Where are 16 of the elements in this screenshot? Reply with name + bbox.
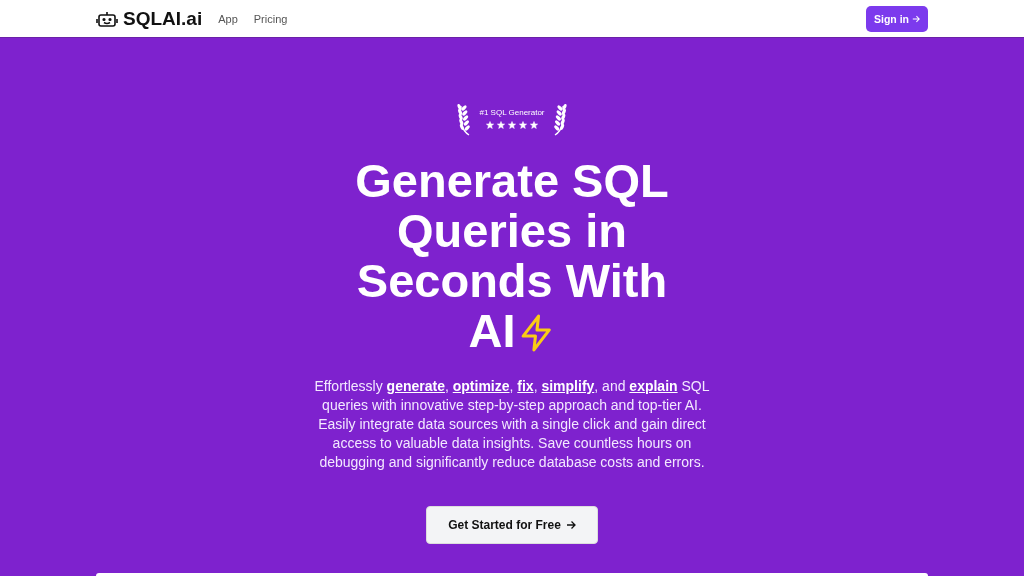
star-icon	[486, 120, 494, 129]
sign-in-button[interactable]: Sign in	[866, 5, 928, 32]
arrow-right-icon	[565, 520, 576, 530]
nav-link[interactable]: Pricing	[253, 12, 288, 25]
get-started-button[interactable]: Get Started for Free	[426, 506, 598, 544]
logo-text[interactable]: SQLAI.ai	[123, 7, 203, 30]
robot-logo-icon	[96, 9, 118, 28]
award-label: #1 SQL Generator	[479, 107, 545, 117]
star-icon	[508, 120, 516, 129]
star-icon	[497, 120, 505, 129]
arrow-right-icon	[912, 14, 920, 23]
star-icon	[519, 120, 527, 129]
hero-description: Effortlessly generate, optimize, fix, simplify, and explain SQL queries with innovative step-by-step approach and top-tier AI. Easily integrate data sources with a single click and gain direct access to valuable data insights. Save countless hours on debugging and significantly reduce database costs and errors.	[313, 377, 711, 472]
star-icon	[530, 120, 538, 129]
hero-headline: Generate SQL Queries in Seconds With AI	[354, 156, 670, 356]
nav-link[interactable]: App	[218, 12, 238, 25]
